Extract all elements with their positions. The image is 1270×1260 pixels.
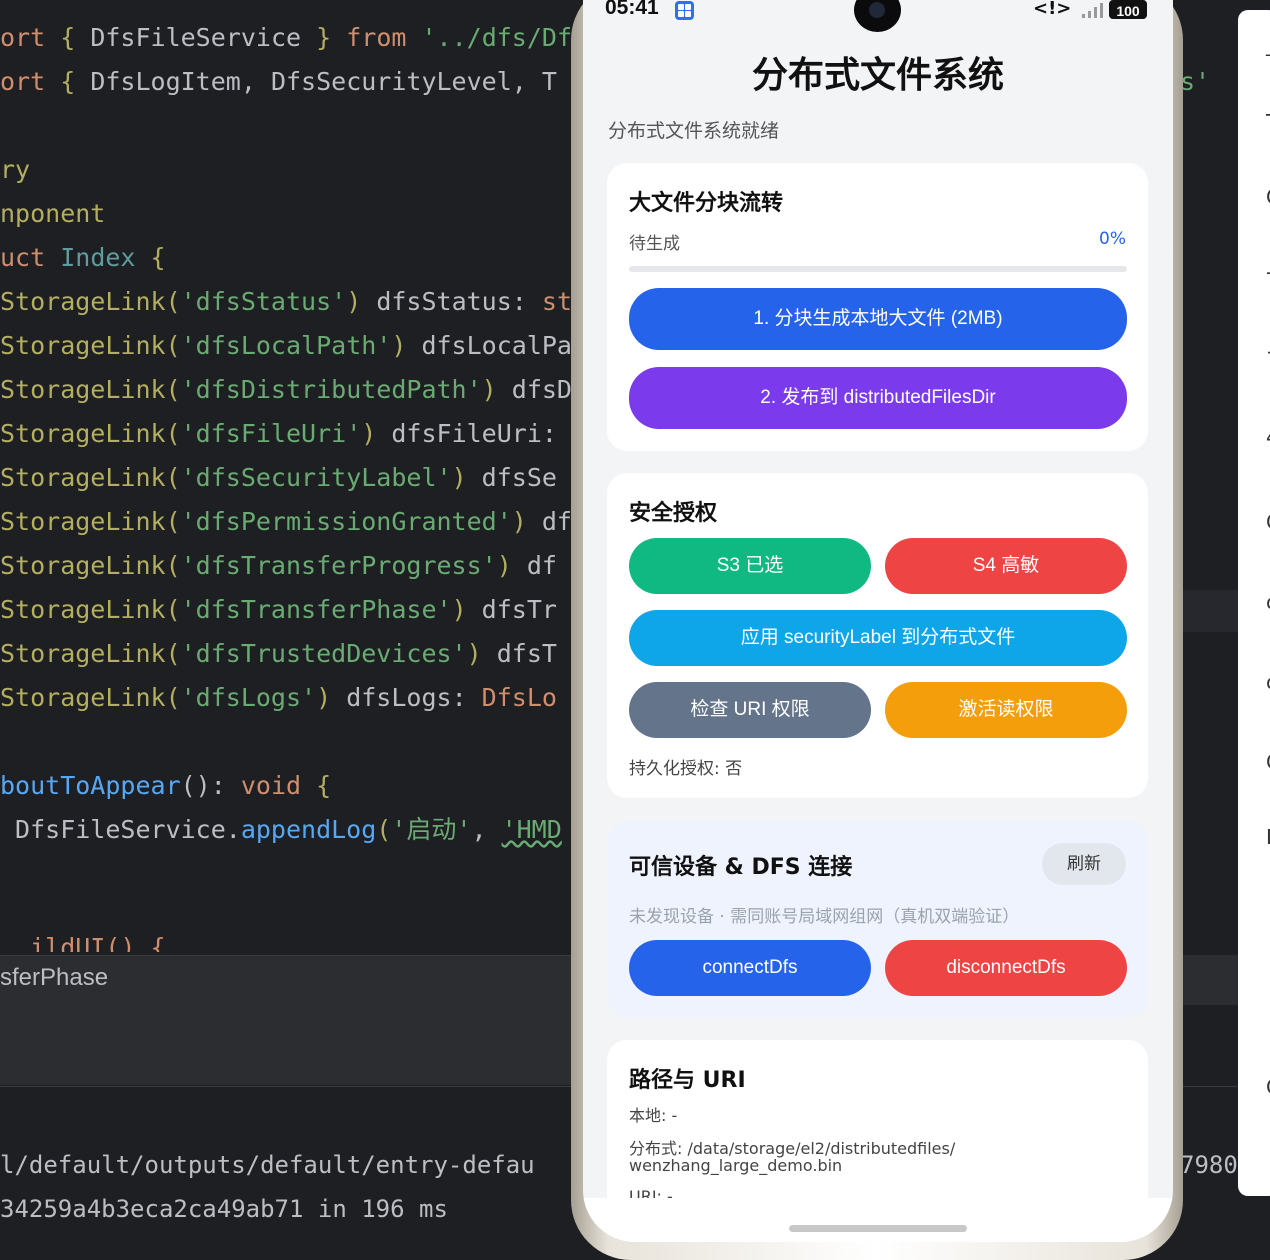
publish-distributed-button[interactable]: 2. 发布到 distributedFilesDir [629,367,1127,429]
console-line: 34259a4b3eca2ca49ab71 in 196 ms [0,1195,448,1223]
app-grid-icon [675,1,694,20]
code-line-storagelink: StorageLink('dfsTransferProgress') df [0,551,557,580]
code-line-storagelink: StorageLink('dfsTransferPhase') dfsTr [0,595,557,624]
page-title: 分布式文件系统 [751,55,1004,96]
connect-dfs-button[interactable]: connectDfs [629,940,871,996]
signal-icon [1080,2,1104,18]
side-panel-glyph: D [1266,825,1270,849]
system-status: 分布式文件系统就绪 [608,120,780,142]
code-line-component: nponent [0,199,106,228]
code-line-struct: uct Index { [0,243,166,272]
trusted-devices-card: 可信设备 & DFS 连接 刷新 未发现设备 · 需同账号局域网组网（真机双端验… [607,821,1148,1017]
side-panel-glyph: C [1266,185,1270,209]
refresh-button[interactable]: 刷新 [1042,843,1126,885]
bottom-gesture-area [583,1198,1173,1242]
large-file-card: 大文件分块流转 待生成 0% 1. 分块生成本地大文件 (2MB) 2. 发布到… [607,163,1148,451]
card-title: 安全授权 [629,501,718,526]
card-title: 路径与 URI [629,1068,746,1093]
code-fragment-right: s' [1180,67,1211,96]
side-panel-glyph: 4 [1266,425,1270,449]
card-title: 可信设备 & DFS 连接 [629,855,853,880]
side-panel-glyph: C [1266,510,1270,534]
side-panel-glyph: C [1266,1075,1270,1099]
side-panel-glyph: c [1266,590,1270,614]
code-line-append-log: DfsFileService.appendLog('启动', 'HMD [0,815,562,844]
distributed-path-file: wenzhang_large_demo.bin [629,1156,843,1175]
side-panel-glyph: + [1266,340,1270,364]
code-line-storagelink: StorageLink('dfsFileUri') dfsFileUri: [0,419,557,448]
side-panel[interactable]: _ T C - + 4 C c c C D C [1238,10,1270,1196]
camera-cutout [854,0,901,32]
device-hint: 未发现设备 · 需同账号局域网组网（真机双端验证） [629,907,1020,927]
check-uri-permission-button[interactable]: 检查 URI 权限 [629,682,871,738]
tool-window-header [0,1005,600,1085]
persist-permission-status: 持久化授权: 否 [629,759,743,779]
card-title: 大文件分块流转 [629,191,784,216]
developer-mode-icon: <!> [1033,0,1072,19]
side-panel-glyph: T [1266,110,1270,134]
code-line-storagelink: StorageLink('dfsSecurityLabel') dfsSe [0,463,557,492]
side-panel-glyph: c [1266,670,1270,694]
code-line-storagelink: StorageLink('dfsDistributedPath') dfsD [0,375,572,404]
battery-icon: 100 [1109,0,1147,19]
code-line-storagelink: StorageLink('dfsStatus') dfsStatus: st [0,287,572,316]
security-card: 安全授权 S3 已选 S4 高敏 应用 securityLabel 到分布式文件… [607,473,1148,798]
console-line-right: 7980 [1180,1151,1238,1179]
home-indicator[interactable] [789,1225,967,1232]
console-line: l/default/outputs/default/entry-defau [0,1151,535,1179]
transfer-percent: 0% [1099,229,1126,249]
status-bar: 05:41 <!> 100 [583,0,1173,32]
code-line-import-1: ort { DfsFileService } from '../dfs/Df [0,23,572,52]
generate-large-file-button[interactable]: 1. 分块生成本地大文件 (2MB) [629,288,1127,350]
transfer-progress-bar [629,266,1127,272]
breadcrumb[interactable]: sferPhase [0,955,600,1006]
apply-security-label-button[interactable]: 应用 securityLabel 到分布式文件 [629,610,1127,666]
code-line-about-to-appear: boutToAppear(): void { [0,771,332,800]
security-s3-button[interactable]: S3 已选 [629,538,871,594]
code-line-storagelink: StorageLink('dfsTrustedDevices') dfsT [0,639,557,668]
transfer-phase: 待生成 [629,234,680,254]
code-line-import-2: ort { DfsLogItem, DfsSecurityLevel, T [0,67,557,96]
status-time: 05:41 [605,0,659,19]
code-line-storagelink: StorageLink('dfsPermissionGranted') df [0,507,572,536]
code-editor[interactable]: ort { DfsFileService } from '../dfs/Df o… [0,0,600,955]
activate-read-permission-button[interactable]: 激活读权限 [885,682,1127,738]
code-line-storagelink: StorageLink('dfsLogs') dfsLogs: DfsLo [0,683,557,712]
code-line-entry: ry [0,155,31,184]
side-panel-glyph: C [1266,750,1270,774]
phone-screen[interactable]: 05:41 <!> 100 分布式文件系统 分布式文件系统就绪 大文件分块流转 … [583,0,1173,1242]
disconnect-dfs-button[interactable]: disconnectDfs [885,940,1127,996]
local-path: 本地: - [629,1106,678,1125]
side-panel-glyph: _ [1266,32,1270,56]
security-s4-button[interactable]: S4 高敏 [885,538,1127,594]
side-panel-glyph: - [1266,260,1270,284]
code-line-storagelink: StorageLink('dfsLocalPath') dfsLocalPa [0,331,572,360]
code-line-partial: ildUI() { [0,933,166,952]
